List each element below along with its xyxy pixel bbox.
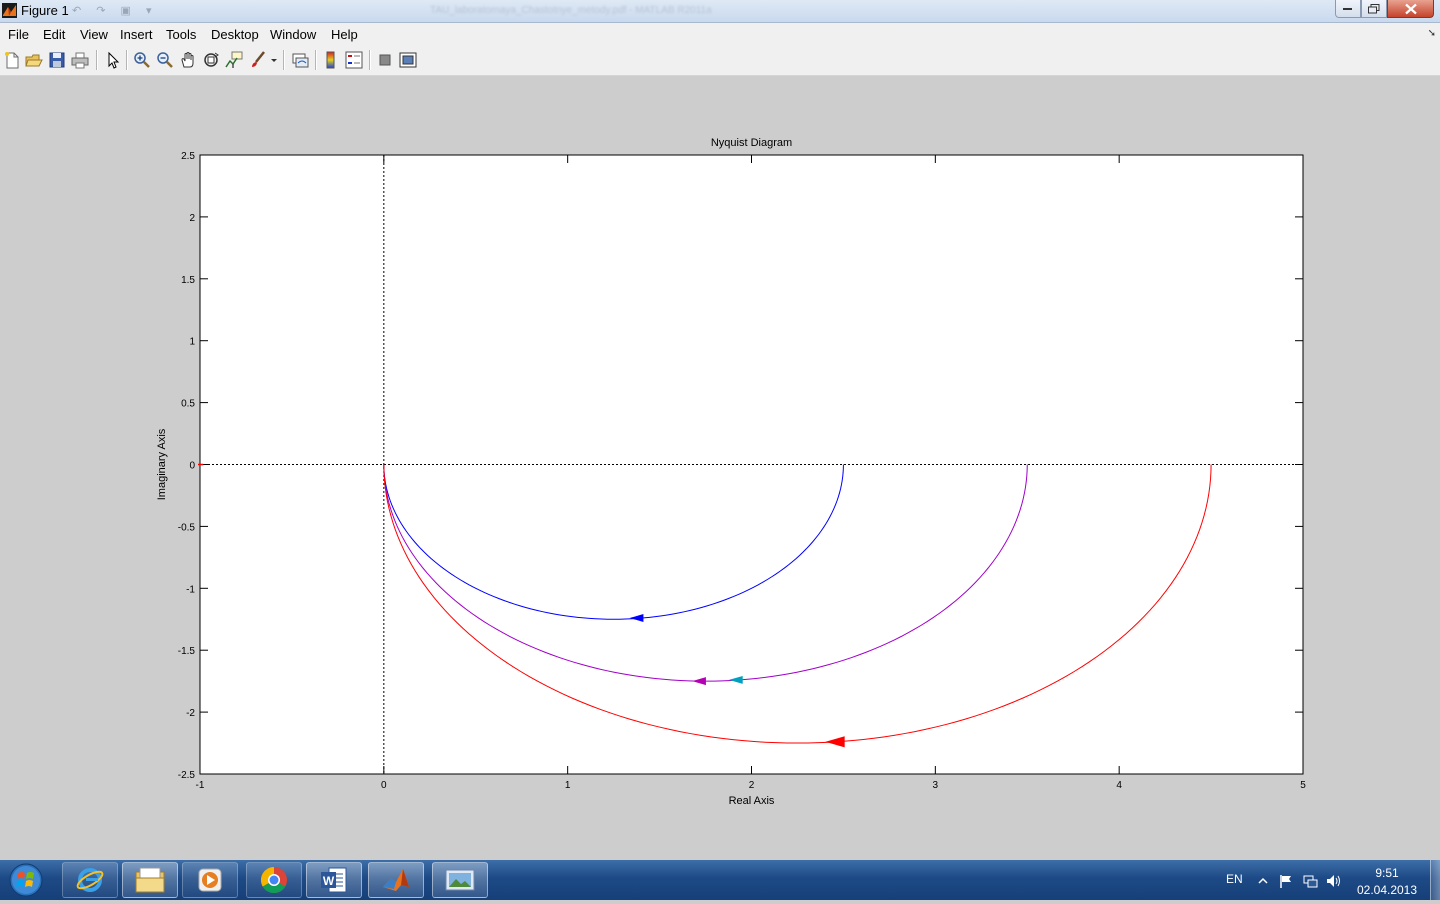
- zoom-out-icon[interactable]: [155, 50, 175, 70]
- taskbar-chrome[interactable]: [246, 862, 302, 898]
- restore-icon: [1368, 3, 1380, 13]
- start-button[interactable]: [4, 861, 44, 899]
- windows-taskbar: W EN 9:51 02.04.2013: [0, 860, 1440, 900]
- menu-window[interactable]: Window: [270, 27, 316, 42]
- y-tick-label: -1: [186, 584, 195, 595]
- taskbar-photo-viewer[interactable]: [432, 862, 488, 898]
- menu-view[interactable]: View: [80, 27, 108, 42]
- background-window-title: TAU_laboratornaya_Chastotnye_metody.pdf …: [430, 5, 712, 16]
- network-icon[interactable]: [1302, 873, 1318, 889]
- taskbar-media-player[interactable]: [182, 862, 238, 898]
- figure-toolbar: [0, 45, 1440, 76]
- toolbar-separator: [126, 50, 128, 70]
- volume-icon[interactable]: [1325, 873, 1341, 889]
- taskbar-file-explorer[interactable]: [122, 862, 178, 898]
- taskbar-internet-explorer[interactable]: [62, 862, 118, 898]
- chrome-icon: [260, 866, 287, 894]
- new-figure-icon[interactable]: [2, 50, 22, 70]
- insert-legend-icon[interactable]: [344, 50, 364, 70]
- y-tick-label: 2.5: [181, 151, 195, 162]
- y-tick-label: 0.5: [181, 399, 195, 410]
- y-tick-label: -0.5: [178, 522, 196, 533]
- zoom-in-icon[interactable]: [132, 50, 152, 70]
- menu-insert[interactable]: Insert: [120, 27, 153, 42]
- word-icon: W: [321, 867, 347, 893]
- brush-dropdown-icon[interactable]: [268, 50, 280, 70]
- quick-access-icons: ↶ ↷ ▣ ▾: [72, 5, 158, 17]
- show-hidden-icons-icon[interactable]: [1255, 873, 1271, 889]
- y-tick-label: -2.5: [178, 770, 196, 781]
- y-tick-label: 1: [189, 337, 195, 348]
- action-center-flag-icon[interactable]: [1278, 873, 1294, 889]
- edit-plot-arrow-icon[interactable]: [102, 50, 122, 70]
- close-icon: [1404, 3, 1417, 14]
- close-button[interactable]: [1387, 0, 1434, 18]
- clock-date[interactable]: 02.04.2013: [1356, 883, 1418, 897]
- windows-start-icon: [9, 863, 43, 897]
- y-tick-label: 0: [189, 461, 195, 472]
- matlab-figure-icon: [2, 3, 17, 18]
- clock-time[interactable]: 9:51: [1360, 866, 1414, 880]
- restore-button[interactable]: [1361, 0, 1387, 18]
- data-cursor-icon[interactable]: [224, 50, 244, 70]
- x-tick-label: 4: [1116, 780, 1122, 791]
- x-axis-label: Real Axis: [729, 795, 775, 807]
- taskbar-matlab[interactable]: [368, 862, 424, 898]
- y-tick-label: 2: [189, 213, 195, 224]
- toolbar-separator: [315, 50, 317, 70]
- menu-edit[interactable]: Edit: [43, 27, 65, 42]
- toolbar-separator: [369, 50, 371, 70]
- x-tick-label: -1: [196, 780, 205, 791]
- hide-plot-tools-icon[interactable]: [375, 50, 395, 70]
- menu-bar: File Edit View Insert Tools Desktop Wind…: [0, 23, 1440, 45]
- chart-title: Nyquist Diagram: [711, 137, 792, 149]
- rotate-3d-icon[interactable]: [201, 50, 221, 70]
- menu-help[interactable]: Help: [331, 27, 358, 42]
- file-explorer-icon: [135, 867, 165, 893]
- nyquist-plot[interactable]: -1 0 1 2 3 4 5 2.5 2 1.5 1 0.5 0 -0.5 -1 -1.5 -2 -2.5 Nyq…: [0, 76, 1440, 859]
- figure-canvas: -1 0 1 2 3 4 5 2.5 2 1.5 1 0.5 0 -0.5 -1 -1.5 -2 -2.5 Nyq…: [0, 76, 1440, 859]
- show-plot-tools-icon[interactable]: [398, 50, 418, 70]
- save-icon[interactable]: [47, 50, 67, 70]
- link-plot-icon[interactable]: [290, 50, 310, 70]
- taskbar-word[interactable]: W: [306, 862, 362, 898]
- show-desktop-button[interactable]: [1430, 860, 1440, 900]
- y-tick-label: 1.5: [181, 275, 195, 286]
- x-tick-label: 2: [749, 780, 755, 791]
- svg-text:W: W: [323, 874, 335, 888]
- toolbar-separator: [96, 50, 98, 70]
- pan-hand-icon[interactable]: [178, 50, 198, 70]
- menu-dock-arrow-icon[interactable]: ➘: [1428, 28, 1436, 39]
- language-indicator[interactable]: EN: [1226, 872, 1243, 886]
- window-title-bar[interactable]: Figure 1 ↶ ↷ ▣ ▾ TAU_laboratornaya_Chast…: [0, 0, 1440, 23]
- y-tick-label: -1.5: [178, 646, 196, 657]
- x-tick-label: 5: [1300, 780, 1306, 791]
- photo-viewer-icon: [445, 869, 475, 891]
- print-icon[interactable]: [70, 50, 90, 70]
- toolbar-separator: [283, 50, 285, 70]
- internet-explorer-icon: [76, 868, 104, 892]
- media-player-icon: [198, 868, 222, 892]
- minimize-button[interactable]: [1335, 0, 1361, 18]
- menu-desktop[interactable]: Desktop: [211, 27, 259, 42]
- insert-colorbar-icon[interactable]: [321, 50, 341, 70]
- matlab-icon: [383, 869, 409, 891]
- window-title: Figure 1: [21, 3, 69, 18]
- y-tick-label: -2: [186, 708, 195, 719]
- x-tick-label: 3: [933, 780, 939, 791]
- x-tick-label: 0: [381, 780, 387, 791]
- menu-tools[interactable]: Tools: [166, 27, 196, 42]
- menu-file[interactable]: File: [8, 27, 29, 42]
- open-file-icon[interactable]: [24, 50, 44, 70]
- brush-icon[interactable]: [248, 50, 268, 70]
- y-axis-label: Imaginary Axis: [156, 428, 168, 500]
- minimize-icon: [1343, 7, 1352, 10]
- x-tick-label: 1: [565, 780, 571, 791]
